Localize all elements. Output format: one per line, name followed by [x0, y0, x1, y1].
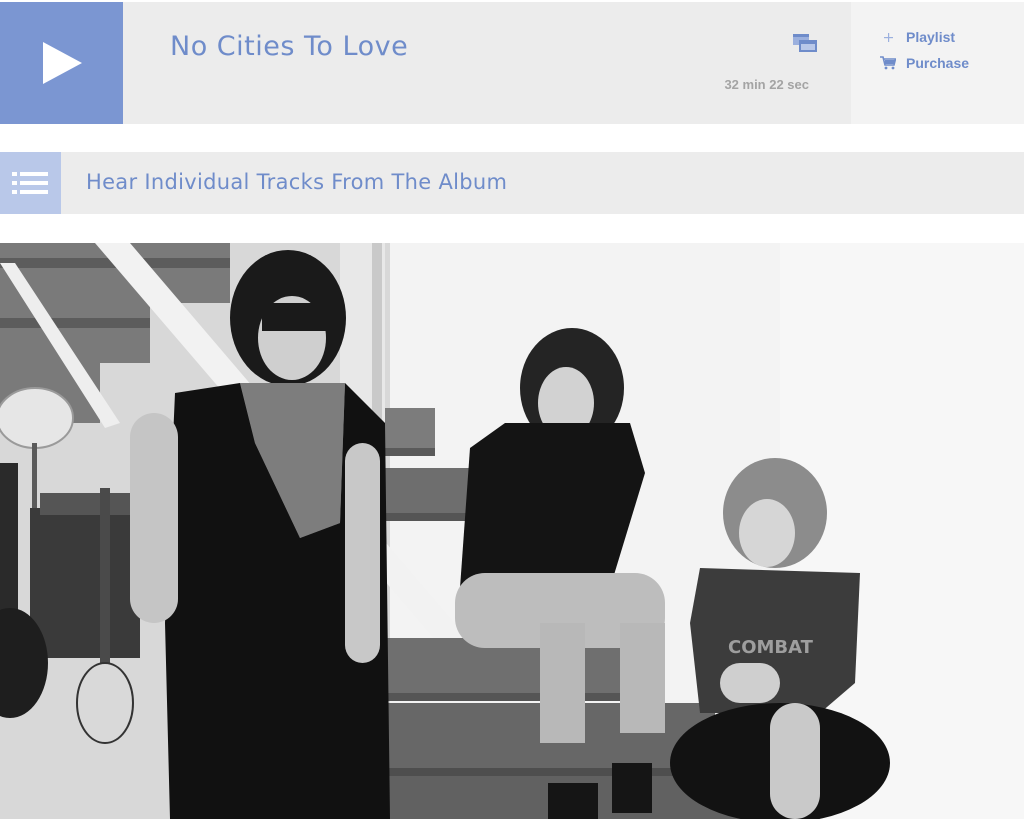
purchase-label: Purchase	[906, 55, 970, 71]
album-title[interactable]: No Cities To Love	[170, 31, 408, 62]
play-button[interactable]	[0, 2, 123, 124]
playlist-button[interactable]: Playlist	[878, 27, 955, 47]
purchase-button[interactable]: Purchase	[878, 53, 969, 73]
tracks-label[interactable]: Hear Individual Tracks From The Album	[86, 170, 507, 194]
shirt-text: COMBAT	[728, 637, 814, 658]
album-actions: Playlist Purchase	[851, 2, 1024, 124]
tracks-bar[interactable]: Hear Individual Tracks From The Album	[0, 152, 1024, 214]
play-icon	[43, 42, 82, 84]
popout-icon[interactable]	[791, 32, 819, 59]
list-icon	[12, 172, 48, 194]
track-list-button[interactable]	[0, 152, 61, 214]
band-photo-image: COMBAT	[0, 243, 1024, 819]
cart-icon	[878, 56, 898, 70]
album-info: No Cities To Love 32 min 22 sec	[123, 2, 851, 124]
album-duration: 32 min 22 sec	[724, 77, 809, 92]
plus-icon	[878, 32, 898, 42]
album-player: No Cities To Love 32 min 22 sec Playlist	[0, 0, 1024, 124]
playlist-label: Playlist	[906, 29, 956, 45]
band-photo: COMBAT	[0, 243, 1024, 819]
